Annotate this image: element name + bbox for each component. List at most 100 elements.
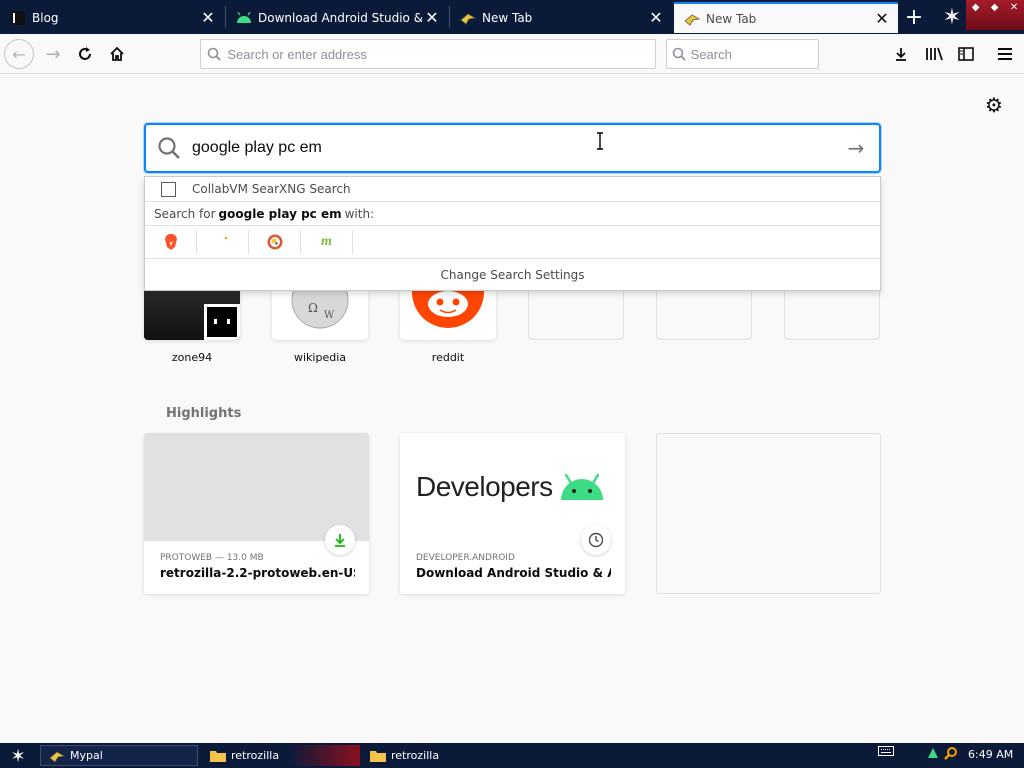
hamburger-menu-icon[interactable] <box>990 39 1020 69</box>
taskbar: ✶ Mypal retrozilla retrozilla 6:49 AM <box>0 743 1024 768</box>
search-icon <box>146 136 192 160</box>
minimize-icon[interactable]: ◆ <box>972 2 980 13</box>
tab-title: Blog <box>32 10 59 25</box>
retrozilla-favicon-icon <box>460 10 476 26</box>
new-tab-page: ⚙ zone94 Ω W wikipedia reddit Highlights <box>0 75 1024 743</box>
android-logo-icon <box>560 473 603 500</box>
highlight-card-protoweb[interactable]: PROTOWEB — 13.0 MB retrozilla-2.2-protow… <box>144 433 369 594</box>
library-icon[interactable] <box>919 39 949 69</box>
download-icon[interactable] <box>886 39 916 69</box>
tab-strip: Blog ✕ Download Android Studio & App Too… <box>0 0 1024 34</box>
card-source: DEVELOPER.ANDROID <box>416 553 515 563</box>
top-site-empty <box>784 290 880 340</box>
mypal-app-icon <box>49 749 65 763</box>
back-arrow-icon[interactable]: ← <box>4 39 34 69</box>
top-site-label: zone94 <box>171 351 213 364</box>
search-icon <box>667 47 691 61</box>
newtab-search-box[interactable]: → <box>144 123 881 173</box>
star-icon[interactable]: ✶ <box>938 3 966 31</box>
top-site-reddit[interactable] <box>400 290 496 340</box>
gear-icon[interactable]: ⚙ <box>982 93 1006 117</box>
tab-android-studio[interactable]: Download Android Studio & App Tools ✕ <box>226 2 448 33</box>
card-source: PROTOWEB — 13.0 MB <box>160 553 264 563</box>
wikipedia-globe-icon: Ω W <box>291 290 349 329</box>
search-engine-row: m <box>145 226 880 259</box>
close-tab-icon[interactable]: ✕ <box>198 8 218 28</box>
suggestion-row[interactable]: CollabVM SearXNG Search <box>145 177 880 202</box>
folder-icon <box>370 749 386 763</box>
highlight-card-android[interactable]: Developers DEVELOPER.ANDROID Download An… <box>400 433 625 594</box>
clock: 6:49 AM <box>968 748 1014 761</box>
forward-arrow-icon[interactable]: → <box>38 39 68 69</box>
top-site-label: reddit <box>431 351 465 364</box>
newtab-search-input[interactable] <box>192 139 833 157</box>
taskbar-item-label: retrozilla <box>231 749 280 762</box>
keyboard-icon[interactable] <box>878 746 894 756</box>
taskbar-item-mypal[interactable]: Mypal <box>40 745 198 766</box>
search-go-arrow-icon[interactable]: → <box>833 136 879 160</box>
developers-logo-text: Developers <box>416 471 553 502</box>
reload-icon[interactable] <box>70 39 100 69</box>
crescent-engine-icon[interactable] <box>197 230 249 254</box>
tab-new-tab[interactable]: New Tab ✕ <box>450 2 672 33</box>
close-tab-icon[interactable]: ✕ <box>646 8 666 28</box>
search-bar[interactable] <box>666 39 819 69</box>
card-title: Download Android Studio & App... <box>416 566 611 580</box>
reddit-icon <box>412 290 484 328</box>
maximize-icon[interactable]: ◆ <box>991 2 999 13</box>
top-site-wikipedia[interactable]: Ω W <box>272 290 368 340</box>
search-icon <box>201 47 227 61</box>
search-for-prefix: Search for <box>154 206 216 221</box>
network-icon[interactable] <box>926 746 940 760</box>
change-search-settings-button[interactable]: Change Search Settings <box>145 259 880 290</box>
mojeek-icon[interactable]: m <box>301 230 353 254</box>
search-icon[interactable] <box>944 746 958 760</box>
android-favicon-icon <box>236 10 252 26</box>
url-bar[interactable] <box>200 39 656 69</box>
taskbar-item-retrozilla-2[interactable]: retrozilla <box>362 745 520 766</box>
search-for-suffix: with: <box>344 206 375 221</box>
top-site-empty <box>528 290 624 340</box>
suggestion-checkbox-icon <box>161 181 176 197</box>
clock-icon <box>581 525 611 555</box>
search-suggestions-dropdown: CollabVM SearXNG Search Search for googl… <box>144 176 881 291</box>
top-site-zone94[interactable] <box>144 290 240 340</box>
taskbar-item-label: retrozilla <box>391 749 440 762</box>
taskbar-item-retrozilla[interactable]: retrozilla <box>202 745 360 766</box>
duckduckgo-icon[interactable] <box>249 230 301 254</box>
suggestion-label: CollabVM SearXNG Search <box>192 182 351 196</box>
top-site-empty <box>656 290 752 340</box>
folder-icon <box>210 749 226 763</box>
navigation-toolbar: ← → <box>0 34 1024 74</box>
window-controls: ◆ ◆ ✕ <box>966 0 1024 30</box>
home-icon[interactable] <box>102 39 132 69</box>
close-window-icon[interactable]: ✕ <box>1010 2 1018 13</box>
tab-title: New Tab <box>706 11 757 26</box>
tab-blog[interactable]: Blog ✕ <box>0 2 224 33</box>
blog-favicon-icon <box>10 10 26 26</box>
taskbar-item-label: Mypal <box>70 749 103 762</box>
search-for-row: Search for google play pc em with: <box>145 202 880 226</box>
svg-text:W: W <box>324 310 335 321</box>
card-title: retrozilla-2.2-protoweb.en-US.... <box>160 566 355 580</box>
start-menu-star-icon[interactable]: ✶ <box>6 745 30 767</box>
highlight-card-empty <box>656 433 881 594</box>
top-site-label: wikipedia <box>293 351 346 364</box>
new-tab-plus-icon[interactable]: + <box>900 2 928 32</box>
tab-title: Download Android Studio & App Tools <box>258 10 422 25</box>
download-icon <box>325 525 355 555</box>
zone94-icon <box>204 304 240 340</box>
search-input[interactable] <box>690 46 818 62</box>
sidebar-icon[interactable] <box>951 39 981 69</box>
close-tab-icon[interactable]: ✕ <box>422 8 442 28</box>
tab-title: New Tab <box>482 10 533 25</box>
brave-icon[interactable] <box>145 230 197 254</box>
text-cursor-icon <box>596 132 608 152</box>
tab-new-tab-active[interactable]: New Tab ✕ <box>674 2 898 33</box>
highlights-title: Highlights <box>166 406 242 421</box>
svg-text:Ω: Ω <box>308 301 318 315</box>
close-tab-icon[interactable]: ✕ <box>872 9 892 29</box>
url-input[interactable] <box>227 46 655 62</box>
search-for-query: google play pc em <box>218 206 342 221</box>
retrozilla-favicon-icon <box>684 11 700 27</box>
